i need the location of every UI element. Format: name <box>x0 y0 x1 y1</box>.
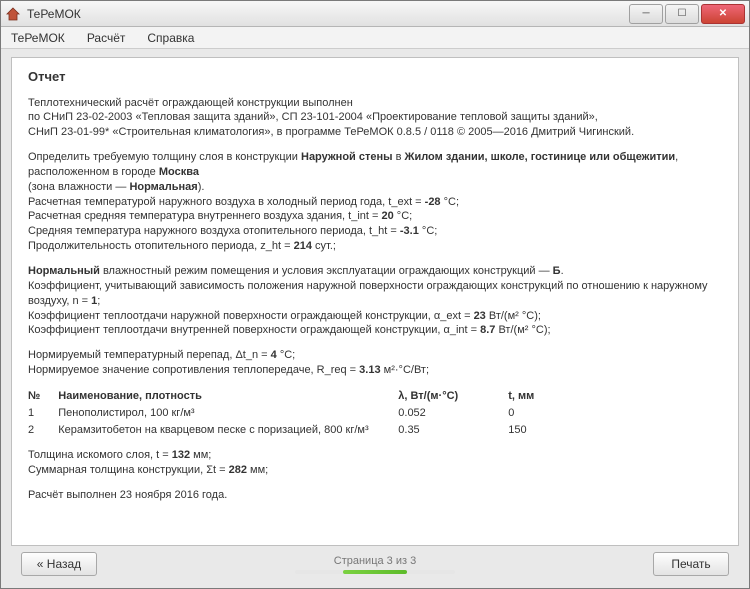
back-button[interactable]: « Назад <box>21 552 97 576</box>
t: ; <box>97 295 100 307</box>
t: м²·°С/Вт; <box>381 364 429 376</box>
table-row: 2 Керамзитобетон на кварцевом песке с по… <box>28 422 568 439</box>
t: Коэффициент, учитывающий зависимость пол… <box>28 280 708 307</box>
page-label: Страница 3 из 3 <box>334 555 416 567</box>
report-panel: Отчет Теплотехнический расчёт ограждающе… <box>11 57 739 546</box>
conditions: Б <box>553 265 561 277</box>
t: Суммарная толщина конструкции, Σt = <box>28 464 229 476</box>
progress-bar <box>295 570 455 574</box>
th-name: Наименование, плотность <box>58 388 398 405</box>
close-icon: ✕ <box>719 8 727 19</box>
report-heading: Отчет <box>28 68 722 86</box>
t: Коэффициент теплоотдачи наружной поверхн… <box>28 310 474 322</box>
print-button[interactable]: Печать <box>653 552 729 576</box>
th-thickness: t, мм <box>508 388 568 405</box>
cell-name: Пенополистирол, 100 кг/м³ <box>58 405 398 422</box>
t: Нормируемый температурный перепад, Δt_n … <box>28 349 271 361</box>
t: °С; <box>277 349 295 361</box>
t-int: 20 <box>381 210 393 222</box>
t: Вт/(м² °С); <box>495 324 550 336</box>
z-ht: 214 <box>294 240 312 252</box>
t: °С; <box>394 210 412 222</box>
t: (зона влажности — <box>28 181 129 193</box>
t: Нормируемое значение сопротивления тепло… <box>28 364 359 376</box>
t: °С; <box>441 196 459 208</box>
menubar: ТеРеМОК Расчёт Справка <box>1 27 749 49</box>
t: влажностный режим помещения и условия эк… <box>100 265 553 277</box>
humidity-zone: Нормальная <box>129 181 197 193</box>
app-icon <box>5 6 21 22</box>
cell-num: 1 <box>28 405 58 422</box>
t: мм; <box>247 464 268 476</box>
cell-t: 150 <box>508 422 568 439</box>
construction-type: Наружной стены <box>301 151 393 163</box>
t-ht: -3.1 <box>400 225 419 237</box>
t-ext: -28 <box>425 196 441 208</box>
footer-bar: « Назад Страница 3 из 3 Печать <box>11 546 739 582</box>
progress-fill <box>343 570 407 574</box>
titlebar: ТеРеМОК ─ ☐ ✕ <box>1 1 749 27</box>
menu-help[interactable]: Справка <box>147 31 194 45</box>
t: Вт/(м² °С); <box>486 310 541 322</box>
app-title: ТеРеМОК <box>27 7 629 21</box>
cell-lambda: 0.35 <box>398 422 508 439</box>
r-req: 3.13 <box>359 364 380 376</box>
t: мм; <box>190 449 211 461</box>
table-header-row: № Наименование, плотность λ, Вт/(м·°С) t… <box>28 388 568 405</box>
city: Москва <box>159 166 199 178</box>
maximize-icon: ☐ <box>678 8 687 19</box>
cell-num: 2 <box>28 422 58 439</box>
coeff-paragraph: Нормальный влажностный режим помещения и… <box>28 264 722 338</box>
intro-paragraph: Теплотехнический расчёт ограждающей конс… <box>28 96 722 141</box>
window-controls: ─ ☐ ✕ <box>629 4 745 24</box>
t: Продолжительность отопительного периода,… <box>28 240 294 252</box>
layer-thickness: 132 <box>172 449 190 461</box>
t: Расчетная температурой наружного воздуха… <box>28 196 425 208</box>
t: °С; <box>419 225 437 237</box>
t: ). <box>198 181 205 193</box>
close-button[interactable]: ✕ <box>701 4 745 24</box>
page-status: Страница 3 из 3 <box>295 555 455 574</box>
cell-lambda: 0.052 <box>398 405 508 422</box>
intro-text: Теплотехнический расчёт ограждающей конс… <box>28 97 634 139</box>
humidity-regime: Нормальный <box>28 265 100 277</box>
task-paragraph: Определить требуемую толщину слоя в конс… <box>28 150 722 254</box>
alpha-int: 8.7 <box>480 324 495 336</box>
norm-paragraph: Нормируемый температурный перепад, Δt_n … <box>28 348 722 378</box>
th-number: № <box>28 388 58 405</box>
cell-t: 0 <box>508 405 568 422</box>
minimize-icon: ─ <box>642 8 649 19</box>
maximize-button[interactable]: ☐ <box>665 4 699 24</box>
t: . <box>561 265 564 277</box>
t: в <box>393 151 405 163</box>
table-row: 1 Пенополистирол, 100 кг/м³ 0.052 0 <box>28 405 568 422</box>
t: Коэффициент теплоотдачи внутренней повер… <box>28 324 480 336</box>
menu-teremok[interactable]: ТеРеМОК <box>11 31 65 45</box>
building-type: Жилом здании, школе, гостинице или общеж… <box>405 151 676 163</box>
date-paragraph: Расчёт выполнен 23 ноября 2016 года. <box>28 488 722 503</box>
menu-calc[interactable]: Расчёт <box>87 31 126 45</box>
alpha-ext: 23 <box>474 310 486 322</box>
t: Определить требуемую толщину слоя в конс… <box>28 151 301 163</box>
app-window: ТеРеМОК ─ ☐ ✕ ТеРеМОК Расчёт Справка Отч… <box>0 0 750 589</box>
t: сут.; <box>312 240 336 252</box>
cell-name: Керамзитобетон на кварцевом песке с пори… <box>58 422 398 439</box>
t: Толщина искомого слоя, t = <box>28 449 172 461</box>
total-thickness: 282 <box>229 464 247 476</box>
t: Расчетная средняя температура внутреннег… <box>28 210 381 222</box>
content-area: Отчет Теплотехнический расчёт ограждающе… <box>1 49 749 588</box>
result-paragraph: Толщина искомого слоя, t = 132 мм; Сумма… <box>28 448 722 478</box>
th-lambda: λ, Вт/(м·°С) <box>398 388 508 405</box>
minimize-button[interactable]: ─ <box>629 4 663 24</box>
t: Средняя температура наружного воздуха от… <box>28 225 400 237</box>
layers-table: № Наименование, плотность λ, Вт/(м·°С) t… <box>28 388 568 439</box>
